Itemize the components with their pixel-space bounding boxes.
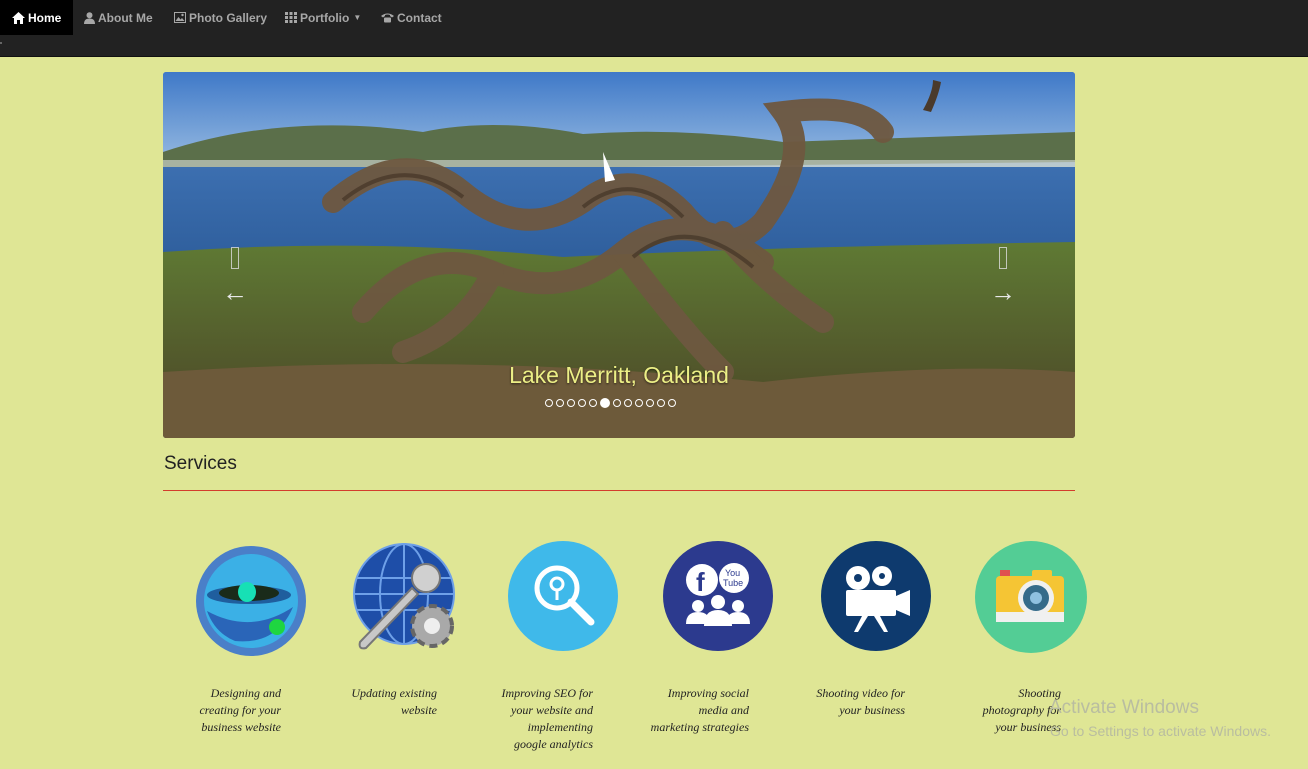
navbar-marker	[0, 42, 2, 44]
activation-watermark-title: Activate Windows	[1049, 697, 1199, 718]
carousel-caption: Lake Merritt, Oakland	[509, 362, 729, 388]
service-text-photography: Shooting photography for your business	[958, 685, 1061, 736]
service-line: Shooting	[1018, 686, 1061, 700]
chevron-down-icon: ▼	[353, 13, 362, 22]
carousel-indicator[interactable]	[624, 399, 632, 407]
carousel-indicator[interactable]	[578, 399, 586, 407]
service-line: website	[401, 703, 437, 717]
seo-search-icon	[508, 541, 618, 651]
next-marker-icon	[999, 247, 1007, 269]
carousel-indicator[interactable]	[600, 398, 610, 408]
carousel-indicator[interactable]	[545, 399, 553, 407]
home-icon	[12, 11, 25, 24]
services-heading: Services	[164, 453, 237, 474]
carousel-next-button[interactable]: →	[988, 247, 1018, 307]
service-text-social-media: Improving social media and marketing str…	[628, 685, 749, 736]
photo-camera-icon	[975, 541, 1087, 653]
video-camera-icon	[821, 541, 931, 651]
service-text-website-design: Designing and creating for your business…	[178, 685, 281, 736]
svg-text:f: f	[696, 567, 705, 597]
nav-photo-gallery-label: Photo Gallery	[189, 10, 268, 25]
web-design-icon	[196, 546, 306, 656]
nav-about-me-label: About Me	[98, 10, 153, 25]
service-line: marketing strategies	[650, 720, 749, 734]
carousel-indicators	[545, 398, 676, 408]
carousel-indicator[interactable]	[657, 399, 665, 407]
nav-about-me[interactable]: About Me	[84, 0, 153, 35]
prev-marker-icon	[231, 247, 239, 269]
nav-contact-label: Contact	[397, 10, 442, 25]
carousel-prev-button[interactable]: ←	[220, 247, 250, 307]
service-line: Improving social	[667, 686, 749, 700]
service-line: creating for your	[199, 703, 281, 717]
nav-portfolio-label: Portfolio	[300, 10, 350, 25]
nav-contact[interactable]: Contact	[381, 0, 442, 35]
carousel-indicator[interactable]	[613, 399, 621, 407]
nav-home-label: Home	[28, 10, 62, 25]
activation-watermark-subtitle: Go to Settings to activate Windows.	[1050, 723, 1271, 739]
carousel-indicator[interactable]	[668, 399, 676, 407]
service-line: your website and	[511, 703, 593, 717]
grid-icon	[285, 12, 297, 23]
service-line: google analytics	[514, 737, 593, 751]
carousel-indicator[interactable]	[589, 399, 597, 407]
nav-portfolio[interactable]: Portfolio ▼	[285, 0, 361, 35]
top-navbar: Home About Me Photo Gallery Portfolio ▼ …	[0, 0, 1308, 57]
nav-home[interactable]: Home	[0, 0, 74, 35]
carousel-indicator[interactable]	[556, 399, 564, 407]
service-line: photography for	[982, 703, 1061, 717]
carousel-indicator[interactable]	[567, 399, 575, 407]
svg-text:You: You	[725, 568, 740, 578]
arrow-right-icon: →	[990, 277, 1016, 307]
image-carousel[interactable]: ← → Lake Merritt, Oakland	[163, 72, 1075, 438]
service-line: Designing and	[210, 686, 281, 700]
service-line: implementing	[527, 720, 593, 734]
service-line: Improving SEO for	[501, 686, 593, 700]
svg-text:Tube: Tube	[723, 578, 743, 588]
service-line: media and	[698, 703, 749, 717]
carousel-indicator[interactable]	[635, 399, 643, 407]
carousel-indicator[interactable]	[646, 399, 654, 407]
service-text-seo: Improving SEO for your website and imple…	[482, 685, 593, 753]
user-icon	[84, 11, 95, 24]
section-divider	[163, 490, 1075, 491]
phone-icon	[381, 13, 394, 23]
service-text-video: Shooting video for your business	[792, 685, 905, 719]
social-media-icon: f You Tube	[663, 541, 773, 651]
service-line: Updating existing	[351, 686, 437, 700]
service-line: your business	[839, 703, 905, 717]
globe-wrench-icon	[353, 543, 455, 650]
arrow-left-icon: ←	[222, 277, 248, 307]
service-text-website-updates: Updating existing website	[330, 685, 437, 719]
service-line: your business	[995, 720, 1061, 734]
nav-photo-gallery[interactable]: Photo Gallery	[174, 0, 267, 35]
service-line: Shooting video for	[816, 686, 905, 700]
picture-icon	[174, 12, 186, 23]
service-line: business website	[201, 720, 281, 734]
